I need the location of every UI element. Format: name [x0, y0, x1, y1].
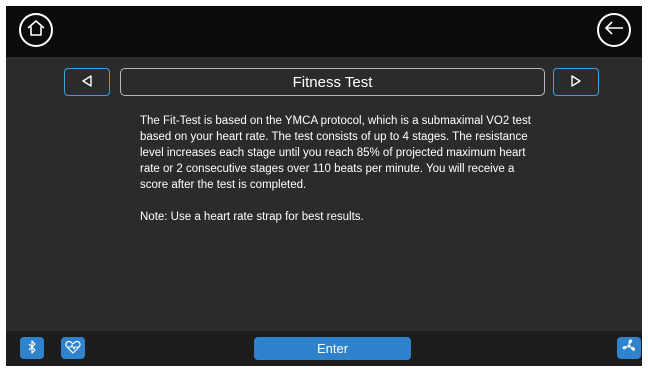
- arrow-left-icon: [603, 18, 625, 42]
- bluetooth-icon: [26, 339, 38, 358]
- enter-button[interactable]: Enter: [254, 337, 411, 360]
- fan-button[interactable]: [617, 337, 641, 359]
- description-panel: The Fit-Test is based on the YMCA protoc…: [140, 113, 540, 225]
- bluetooth-button[interactable]: [20, 337, 44, 359]
- previous-button[interactable]: [64, 68, 110, 96]
- fan-icon: [621, 338, 637, 358]
- test-navigation: Fitness Test: [6, 68, 642, 98]
- home-button[interactable]: [19, 13, 53, 47]
- home-icon: [26, 18, 46, 42]
- back-button[interactable]: [597, 13, 631, 47]
- triangle-right-icon: [569, 73, 583, 92]
- top-bar: [6, 6, 642, 57]
- device-screen: Fitness Test The Fit-Test is based on th…: [6, 6, 642, 366]
- next-button[interactable]: [553, 68, 599, 96]
- bottom-bar: Enter: [6, 331, 642, 366]
- test-description: The Fit-Test is based on the YMCA protoc…: [140, 115, 531, 191]
- heart-rate-button[interactable]: [61, 337, 85, 359]
- page-title: Fitness Test: [120, 68, 545, 96]
- triangle-left-icon: [80, 73, 94, 92]
- heart-rate-icon: [65, 339, 81, 358]
- test-note: Note: Use a heart rate strap for best re…: [140, 211, 364, 223]
